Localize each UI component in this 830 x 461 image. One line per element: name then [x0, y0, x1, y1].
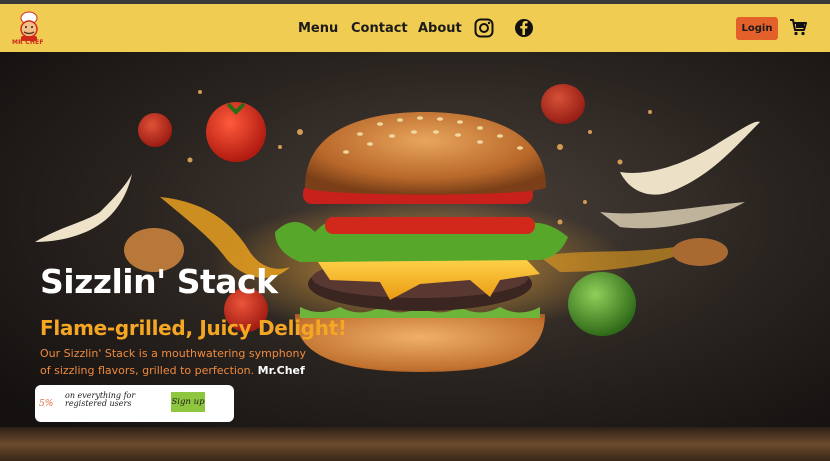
promo-discount: 5% [39, 399, 54, 409]
promo-text: on everything for registered users [65, 391, 136, 408]
nav-about-link[interactable]: About [418, 21, 462, 36]
cart-icon[interactable] [789, 18, 807, 36]
nav-contact-link[interactable]: Contact [351, 21, 408, 36]
login-button[interactable]: Login [736, 17, 778, 40]
navbar: MR CHEF Menu Contact About Login [0, 4, 830, 52]
hero-description: Our Sizzlin' Stack is a mouthwatering sy… [40, 345, 310, 379]
hero-section: Sizzlin' Stack Flame-grilled, Juicy Deli… [0, 52, 830, 461]
facebook-icon[interactable] [514, 18, 534, 38]
signup-button[interactable]: Sign up [171, 392, 205, 412]
hero-brand-name: Mr.Chef [257, 364, 305, 377]
logo-wordmark: MR CHEF [12, 39, 44, 46]
hero-title: Sizzlin' Stack [40, 262, 278, 301]
nav-menu-link[interactable]: Menu [298, 21, 338, 36]
instagram-icon[interactable] [474, 18, 494, 38]
promo-card: 5% on everything for registered users Si… [35, 385, 234, 422]
hero-subtitle: Flame-grilled, Juicy Delight! [40, 316, 347, 340]
